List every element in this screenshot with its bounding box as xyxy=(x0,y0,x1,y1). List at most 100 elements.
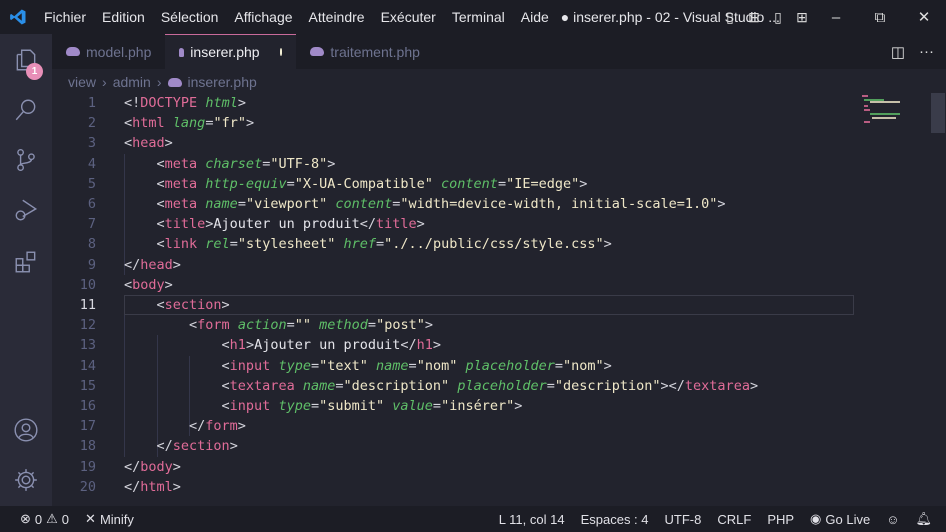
problems-indicator[interactable]: ⊗ 0 ⚠ 0 xyxy=(0,511,77,527)
token-tag: meta xyxy=(164,175,198,192)
token-str: "nom" xyxy=(416,357,458,374)
line-number: 6 xyxy=(87,196,96,212)
code-line[interactable]: 13 <h1>Ajouter un produit</h1> xyxy=(52,335,852,355)
token-p xyxy=(230,317,238,333)
search-icon[interactable] xyxy=(0,86,52,134)
breadcrumb-item[interactable]: admin xyxy=(113,74,151,90)
feedback-icon[interactable]: ☺ xyxy=(878,512,907,527)
settings-gear-icon[interactable] xyxy=(0,456,52,504)
minimap[interactable] xyxy=(862,93,922,133)
token-p: > xyxy=(603,357,612,374)
breadcrumb-item[interactable]: inserer.php xyxy=(188,74,257,90)
code-line[interactable]: 3 <head> xyxy=(52,133,852,153)
token-p xyxy=(433,176,441,192)
toggle-secondary-sidebar-icon[interactable]: ▯ xyxy=(766,0,790,34)
code-line[interactable]: 20 </html> xyxy=(52,477,852,497)
token-p: > xyxy=(245,337,255,354)
breadcrumb: view › admin › inserer.php xyxy=(68,72,257,92)
code-line[interactable]: 5 <meta http-equiv="X-UA-Compatible" con… xyxy=(52,174,852,194)
unsaved-dot-icon[interactable] xyxy=(279,48,283,56)
code-line[interactable]: 15 <textarea name="description" placehol… xyxy=(52,376,852,396)
token-attr: http-equiv xyxy=(205,175,287,192)
minify-button[interactable]: ✕ Minify xyxy=(77,511,142,527)
token-tag: link xyxy=(164,236,198,253)
chevron-right-icon: › xyxy=(102,74,107,90)
code-line[interactable]: 9 </head> xyxy=(52,255,852,275)
code-text: </section> xyxy=(124,436,238,456)
code-text: <!DOCTYPE html> xyxy=(124,93,246,113)
menu-aide[interactable]: Aide xyxy=(513,9,557,25)
code-line[interactable]: 14 <input type="text" name="nom" placeho… xyxy=(52,356,852,376)
notifications-bell-icon[interactable]: 🔔︎ xyxy=(907,511,946,527)
token-p xyxy=(311,317,319,333)
tab-inserer-php[interactable]: inserer.php xyxy=(165,34,297,69)
token-tag: body xyxy=(132,276,165,293)
code-text: </head> xyxy=(124,255,181,275)
token-p: < xyxy=(124,115,133,132)
token-p: > xyxy=(432,337,442,354)
code-line[interactable]: 16 <input type="submit" value="insérer"> xyxy=(52,396,852,416)
token-tag: body xyxy=(140,458,173,475)
end-of-line[interactable]: CRLF xyxy=(709,512,759,527)
token-p: </ xyxy=(124,458,141,475)
indentation[interactable]: Espaces : 4 xyxy=(573,512,657,527)
minimize-button[interactable]: – xyxy=(814,0,858,34)
token-str: "width=device-width, initial-scale=1.0" xyxy=(400,196,718,212)
extensions-icon[interactable] xyxy=(0,238,52,286)
code-line[interactable]: 6 <meta name="viewport" content="width=d… xyxy=(52,194,852,214)
code-text: <meta http-equiv="X-UA-Compatible" conte… xyxy=(124,174,588,194)
code-line[interactable]: 12 <form action="" method="post"> xyxy=(52,315,852,335)
account-icon[interactable] xyxy=(0,406,52,454)
language-mode[interactable]: PHP xyxy=(759,512,802,527)
menu-terminal[interactable]: Terminal xyxy=(444,9,513,25)
code-line[interactable]: 8 <link rel="stylesheet" href="./../publ… xyxy=(52,234,852,254)
token-p: > xyxy=(172,478,181,495)
restore-button[interactable]: ⧉ xyxy=(858,0,902,34)
customize-layout-icon[interactable]: ⊞ xyxy=(790,0,814,34)
token-attr: content xyxy=(441,175,498,192)
code-line[interactable]: 11 <section> xyxy=(52,295,854,316)
error-count: 0 xyxy=(34,511,43,527)
token-attr: name xyxy=(376,357,409,374)
menu-atteindre[interactable]: Atteindre xyxy=(301,9,373,25)
code-text: <body> xyxy=(124,275,173,295)
menu-exécuter[interactable]: Exécuter xyxy=(373,9,444,25)
code-line[interactable]: 10 <body> xyxy=(52,275,852,295)
token-txt: Ajouter un produit xyxy=(254,337,401,354)
code-line[interactable]: 4 <meta charset="UTF-8"> xyxy=(52,154,852,174)
token-p: > xyxy=(164,135,173,152)
split-editor-icon[interactable]: ◫ xyxy=(891,43,905,61)
toggle-primary-sidebar-icon[interactable]: ▯ xyxy=(718,0,742,34)
toggle-panel-icon[interactable]: ⊟ xyxy=(742,0,766,34)
code-editor[interactable]: 1 <!DOCTYPE html> 2 <html lang="fr"> 3 <head>… xyxy=(52,93,862,503)
code-line[interactable]: 19 </body> xyxy=(52,457,852,477)
code-line[interactable]: 18 </section> xyxy=(52,436,852,456)
cursor-position[interactable]: L 11, col 14 xyxy=(491,512,573,527)
editor-scrollbar[interactable] xyxy=(931,93,945,133)
chevron-right-icon: › xyxy=(156,74,162,90)
code-line[interactable]: 1 <!DOCTYPE html> xyxy=(52,93,852,113)
more-actions-icon[interactable]: ··· xyxy=(919,43,934,60)
close-button[interactable]: ✕ xyxy=(902,0,946,34)
menu-fichier[interactable]: Fichier xyxy=(36,9,94,25)
go-live-button[interactable]: ◉ Go Live xyxy=(802,511,878,527)
code-text: </html> xyxy=(124,477,181,497)
encoding[interactable]: UTF-8 xyxy=(657,512,710,527)
menu-sélection[interactable]: Sélection xyxy=(153,9,227,25)
token-attr: method xyxy=(319,317,368,334)
menu-edition[interactable]: Edition xyxy=(94,9,153,25)
token-attr: name xyxy=(302,377,336,394)
explorer-icon[interactable]: 1 xyxy=(0,36,52,84)
code-text: <input type="submit" value="insérer"> xyxy=(124,396,523,416)
tab-traitement-php[interactable]: traitement.php xyxy=(296,34,434,69)
run-debug-icon[interactable] xyxy=(0,186,52,234)
menu-affichage[interactable]: Affichage xyxy=(226,9,300,25)
line-number: 4 xyxy=(87,155,96,172)
code-line[interactable]: 2 <html lang="fr"> xyxy=(52,113,852,133)
source-control-icon[interactable] xyxy=(0,136,52,184)
code-line[interactable]: 17 </form> xyxy=(52,416,852,436)
code-line[interactable]: 7 <title>Ajouter un produit</title> xyxy=(52,214,852,234)
token-p: < xyxy=(124,175,165,192)
breadcrumb-item[interactable]: view xyxy=(68,74,96,90)
tab-model-php[interactable]: model.php xyxy=(52,34,165,69)
